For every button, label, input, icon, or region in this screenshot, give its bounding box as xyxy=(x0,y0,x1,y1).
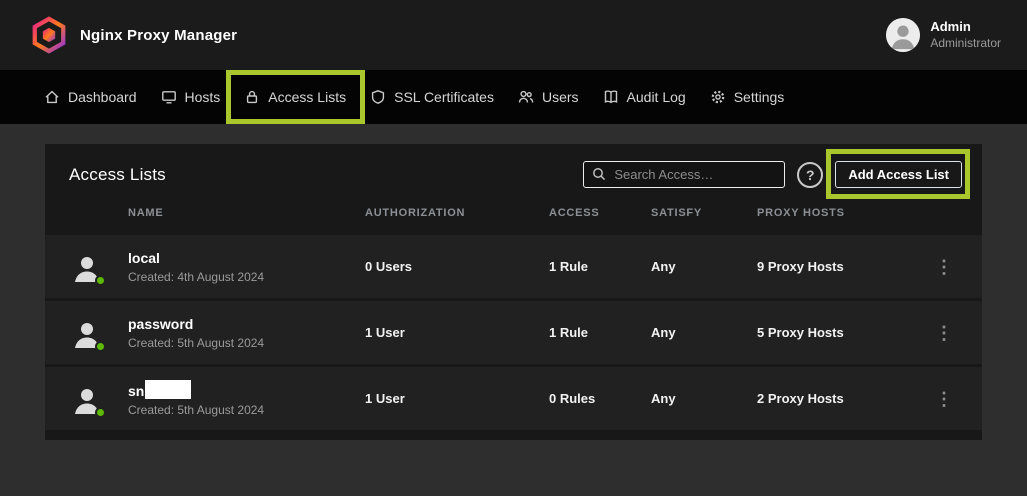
panel-header: Access Lists ? Add Access List xyxy=(45,144,982,201)
access-cell: 1 Rule xyxy=(549,259,651,274)
nav-item-audit-log[interactable]: Audit Log xyxy=(591,83,698,111)
access-list-name-text: sn xyxy=(128,383,144,399)
person-icon xyxy=(886,18,920,52)
created-date: Created: 5th August 2024 xyxy=(128,336,365,350)
nav-item-users[interactable]: Users xyxy=(506,83,591,111)
access-cell: 0 Rules xyxy=(549,391,651,406)
table-row: local Created: 4th August 2024 0 Users 1… xyxy=(45,235,982,298)
nav-item-hosts[interactable]: Hosts xyxy=(149,83,233,111)
satisfy-cell: Any xyxy=(651,391,757,406)
nav-item-settings[interactable]: Settings xyxy=(698,83,797,111)
nav-item-access-lists[interactable]: Access Lists xyxy=(232,83,358,111)
name-cell: sn Created: 5th August 2024 xyxy=(128,380,365,416)
created-date: Created: 4th August 2024 xyxy=(128,270,365,284)
column-header-name: NAME xyxy=(128,207,365,219)
nav-label: SSL Certificates xyxy=(394,89,494,105)
nav-label: Settings xyxy=(734,89,785,105)
kebab-menu-icon[interactable]: ⋮ xyxy=(932,384,956,414)
shield-icon xyxy=(370,89,386,105)
page-content: Access Lists ? Add Access List NAME AUTH… xyxy=(0,124,1027,440)
table-row: sn Created: 5th August 2024 1 User 0 Rul… xyxy=(45,367,982,430)
row-avatar xyxy=(69,381,105,417)
online-status-dot xyxy=(95,275,106,286)
authorization-cell: 0 Users xyxy=(365,259,549,274)
access-list-name: local xyxy=(128,249,365,267)
proxy-hosts-cell: 5 Proxy Hosts xyxy=(757,325,932,340)
nav-label: Dashboard xyxy=(68,89,137,105)
nav-label: Hosts xyxy=(185,89,221,105)
proxy-hosts-cell: 2 Proxy Hosts xyxy=(757,391,932,406)
column-header-access: ACCESS xyxy=(549,207,651,219)
user-menu[interactable]: Admin Administrator xyxy=(886,18,1001,52)
lock-icon xyxy=(244,89,260,105)
user-role: Administrator xyxy=(930,36,1001,51)
column-header-satisfy: SATISFY xyxy=(651,207,757,219)
access-lists-panel: Access Lists ? Add Access List NAME AUTH… xyxy=(45,144,982,440)
main-nav: Dashboard Hosts Access Lists SSL Certifi… xyxy=(0,70,1027,124)
access-cell: 1 Rule xyxy=(549,325,651,340)
book-icon xyxy=(603,89,619,105)
column-header-proxy-hosts: PROXY HOSTS xyxy=(757,207,932,219)
brand: Nginx Proxy Manager xyxy=(30,16,237,54)
add-button-wrap: Add Access List xyxy=(835,161,962,188)
add-access-list-button[interactable]: Add Access List xyxy=(835,161,962,188)
redaction-box xyxy=(145,380,191,399)
online-status-dot xyxy=(95,407,106,418)
created-date: Created: 5th August 2024 xyxy=(128,403,365,417)
help-button[interactable]: ? xyxy=(797,162,823,188)
row-avatar xyxy=(69,315,105,351)
satisfy-cell: Any xyxy=(651,259,757,274)
help-circle-icon: ? xyxy=(806,167,815,183)
app-header: Nginx Proxy Manager Admin Administrator xyxy=(0,0,1027,70)
table-header: NAME AUTHORIZATION ACCESS SATISFY PROXY … xyxy=(45,201,982,235)
satisfy-cell: Any xyxy=(651,325,757,340)
panel-title: Access Lists xyxy=(69,165,166,185)
search-box xyxy=(583,161,785,188)
proxy-hosts-cell: 9 Proxy Hosts xyxy=(757,259,932,274)
authorization-cell: 1 User xyxy=(365,391,549,406)
home-icon xyxy=(44,89,60,105)
app-title: Nginx Proxy Manager xyxy=(80,27,237,44)
nav-item-ssl-certificates[interactable]: SSL Certificates xyxy=(358,83,506,111)
user-meta: Admin Administrator xyxy=(930,19,1001,50)
column-header-authorization: AUTHORIZATION xyxy=(365,207,549,219)
online-status-dot xyxy=(95,341,106,352)
kebab-menu-icon[interactable]: ⋮ xyxy=(932,318,956,348)
table-row: password Created: 5th August 2024 1 User… xyxy=(45,301,982,364)
user-avatar xyxy=(886,18,920,52)
authorization-cell: 1 User xyxy=(365,325,549,340)
users-icon xyxy=(518,89,534,105)
name-cell: password Created: 5th August 2024 xyxy=(128,315,365,349)
search-input[interactable] xyxy=(583,161,785,188)
gear-icon xyxy=(710,89,726,105)
nav-item-dashboard[interactable]: Dashboard xyxy=(32,83,149,111)
kebab-menu-icon[interactable]: ⋮ xyxy=(932,252,956,282)
npm-hexagon-logo-icon xyxy=(30,16,68,54)
nav-label: Users xyxy=(542,89,579,105)
nav-label: Access Lists xyxy=(268,89,346,105)
access-list-name: sn xyxy=(128,380,365,400)
access-list-name: password xyxy=(128,315,365,333)
user-name: Admin xyxy=(930,19,1001,35)
monitor-icon xyxy=(161,89,177,105)
row-avatar xyxy=(69,249,105,285)
nav-label: Audit Log xyxy=(627,89,686,105)
name-cell: local Created: 4th August 2024 xyxy=(128,249,365,283)
